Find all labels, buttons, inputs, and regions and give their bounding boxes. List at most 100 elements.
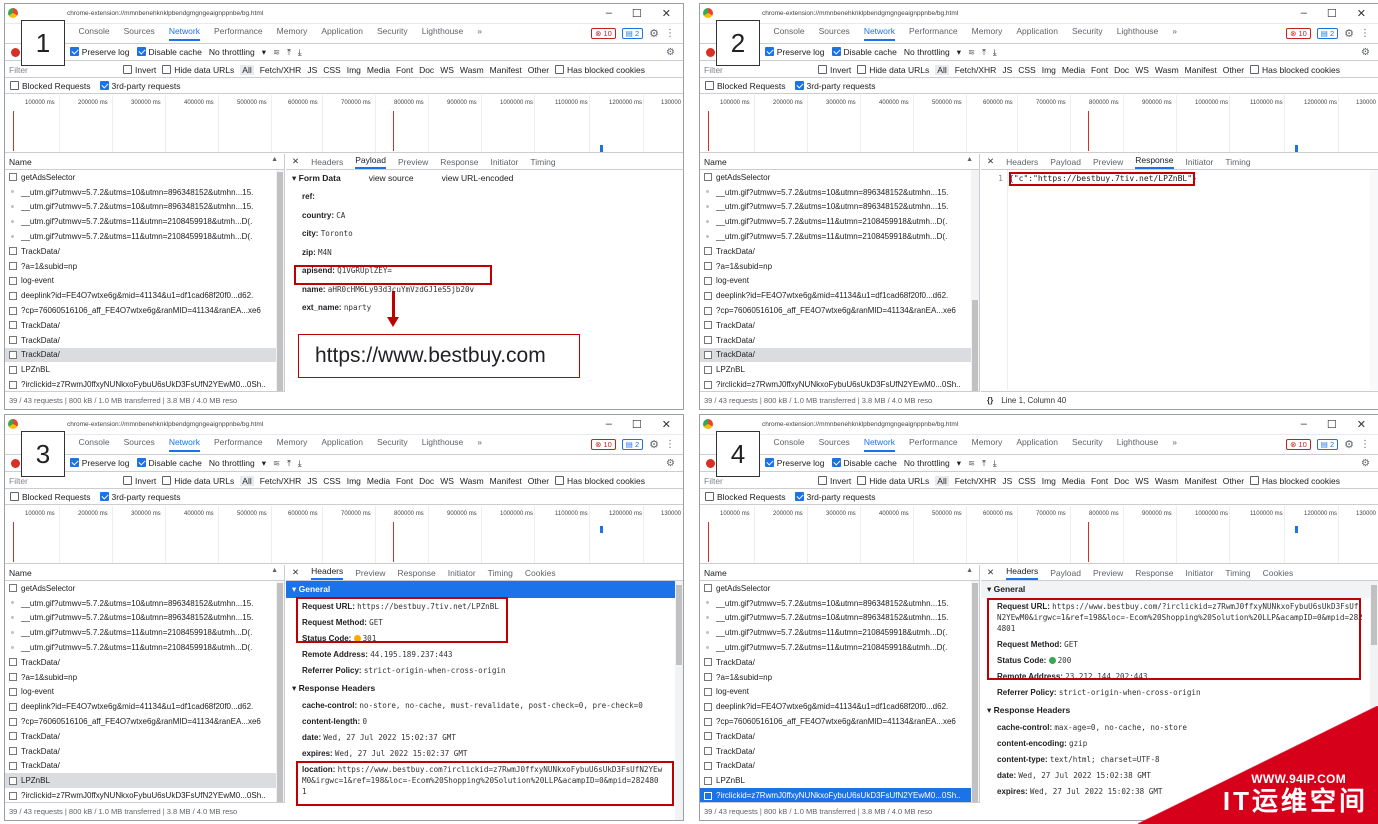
filter-type-ws[interactable]: WS [440, 476, 454, 486]
detail-tab-payload[interactable]: Payload [1050, 157, 1081, 167]
tab-application[interactable]: Application [1016, 26, 1058, 41]
download-icon[interactable]: ⤓ [993, 47, 997, 58]
filter-type-wasm[interactable]: Wasm [1155, 65, 1179, 75]
hide-data-urls-checkbox[interactable]: Hide data URLs [857, 64, 929, 75]
filter-type-all[interactable]: All [935, 475, 949, 486]
blocked-requests-checkbox[interactable]: Blocked Requests [10, 81, 91, 91]
request-row[interactable]: TrackData/ [700, 333, 979, 348]
tab-network[interactable]: Network [168, 437, 200, 452]
filter-type-media[interactable]: Media [1062, 476, 1085, 486]
filter-type-media[interactable]: Media [367, 476, 390, 486]
request-row[interactable]: log-event [5, 274, 284, 289]
filter-type-doc[interactable]: Doc [1114, 476, 1129, 486]
filter-type-other[interactable]: Other [1223, 65, 1244, 75]
name-column-header[interactable]: Name ▲ [700, 565, 979, 581]
filter-type-css[interactable]: CSS [1018, 65, 1035, 75]
close-detail-icon[interactable]: ✕ [987, 156, 994, 167]
name-column-header[interactable]: Name ▲ [700, 154, 979, 170]
wifi-icon[interactable]: ≋ [273, 458, 280, 469]
network-settings-gear-icon[interactable]: ⚙ [1361, 47, 1370, 58]
invert-checkbox[interactable]: Invert [123, 64, 156, 75]
filter-type-doc[interactable]: Doc [1114, 65, 1129, 75]
filter-type-media[interactable]: Media [1062, 65, 1085, 75]
request-row[interactable]: TrackData/ [700, 318, 979, 333]
filter-type-manifest[interactable]: Manifest [490, 476, 522, 486]
preserve-log-checkbox[interactable]: Preserve log [69, 47, 130, 57]
chevron-down-icon[interactable]: ▾ [262, 47, 266, 58]
filter-type-font[interactable]: Font [1091, 65, 1108, 75]
detail-tab-initiator[interactable]: Initiator [1186, 568, 1214, 578]
tab-console[interactable]: Console [773, 437, 804, 452]
blocked-requests-checkbox[interactable]: Blocked Requests [705, 492, 786, 502]
filter-type-js[interactable]: JS [1002, 65, 1012, 75]
detail-tab-headers[interactable]: Headers [1006, 566, 1039, 580]
request-row[interactable]: deeplink?id=FE4O7wtxe6g&mid=41134&u1=df1… [700, 288, 979, 303]
close-detail-icon[interactable]: ✕ [292, 567, 299, 578]
filter-type-fetchxhr[interactable]: Fetch/XHR [260, 476, 302, 486]
filter-type-other[interactable]: Other [528, 65, 549, 75]
request-row[interactable]: ?cp=76060516106_aff_FE4O7wtxe6g&ranMID=4… [700, 303, 979, 318]
detail-tab-headers[interactable]: Headers [1006, 157, 1038, 167]
tab-application[interactable]: Application [321, 437, 363, 452]
request-row[interactable]: TrackData/ [5, 318, 284, 333]
filter-input[interactable]: Filter [700, 65, 818, 75]
filter-type-fetchxhr[interactable]: Fetch/XHR [955, 65, 997, 75]
filter-type-img[interactable]: Img [1042, 65, 1056, 75]
maximize-button[interactable]: ☐ [1327, 418, 1337, 431]
request-list-scrollbar[interactable] [971, 170, 979, 391]
preserve-log-checkbox[interactable]: Preserve log [69, 458, 130, 468]
request-row[interactable]: log-event [700, 685, 979, 700]
tab-performance[interactable]: Performance [214, 437, 263, 452]
error-count-badge[interactable]: ⊗ 10 [591, 439, 616, 450]
detail-tab-timing[interactable]: Timing [1225, 157, 1250, 167]
tab-performance[interactable]: Performance [909, 437, 958, 452]
request-row[interactable]: ?cp=76060516106_aff_FE4O7wtxe6g&ranMID=4… [700, 714, 979, 729]
detail-tab-preview[interactable]: Preview [398, 157, 428, 167]
filter-type-wasm[interactable]: Wasm [460, 65, 484, 75]
has-blocked-cookies-checkbox[interactable]: Has blocked cookies [555, 64, 645, 75]
request-row[interactable]: ?cp=76060516106_aff_FE4O7wtxe6g&ranMID=4… [5, 714, 284, 729]
more-options-icon[interactable]: ⋮ [1360, 28, 1370, 39]
settings-gear-icon[interactable]: ⚙ [1344, 438, 1354, 451]
request-row[interactable]: TrackData/ [700, 244, 979, 259]
tab-console[interactable]: Console [78, 437, 109, 452]
has-blocked-cookies-checkbox[interactable]: Has blocked cookies [1250, 475, 1340, 486]
detail-tab-initiator[interactable]: Initiator [1186, 157, 1214, 167]
request-row[interactable]: __utm.gif?utmwv=5.7.2&utms=10&utmn=89634… [700, 200, 979, 215]
download-icon[interactable]: ⤓ [298, 458, 302, 469]
filter-type-all[interactable]: All [240, 475, 254, 486]
tab-sources[interactable]: Sources [819, 437, 850, 452]
tab-security[interactable]: Security [1072, 26, 1103, 41]
detail-tab-response[interactable]: Response [398, 568, 436, 578]
filter-type-other[interactable]: Other [528, 476, 549, 486]
filter-type-fetchxhr[interactable]: Fetch/XHR [260, 65, 302, 75]
chevron-down-icon[interactable]: ▾ [957, 458, 961, 469]
preserve-log-checkbox[interactable]: Preserve log [764, 47, 825, 57]
request-row[interactable]: log-event [700, 274, 979, 289]
minimize-button[interactable]: – [606, 418, 612, 431]
request-row[interactable]: TrackData/ [5, 744, 284, 759]
tab-memory[interactable]: Memory [277, 26, 308, 41]
tab-lighthouse[interactable]: Lighthouse [422, 437, 464, 452]
network-timeline[interactable]: 100000 ms 200000 ms 300000 ms 400000 ms 5000… [700, 506, 1378, 564]
tab-console[interactable]: Console [78, 26, 109, 41]
filter-type-other[interactable]: Other [1223, 476, 1244, 486]
error-count-badge[interactable]: ⊗ 10 [1286, 439, 1311, 450]
third-party-checkbox[interactable]: 3rd-party requests [99, 492, 181, 502]
request-row[interactable]: ?irclickid=z7RwmJ0ffxyNUNkxoFybuU6sUkD3F… [700, 788, 979, 802]
pretty-print-icon[interactable]: {} [987, 396, 993, 405]
filter-type-css[interactable]: CSS [1018, 476, 1035, 486]
request-row[interactable]: __utm.gif?utmwv=5.7.2&utms=10&utmn=89634… [700, 185, 979, 200]
request-row[interactable]: ?irclickid=z7RwmJ0ffxyNUNkxoFybuU6sUkD3F… [5, 788, 284, 802]
request-row[interactable]: __utm.gif?utmwv=5.7.2&utms=11&utmn=21084… [700, 640, 979, 655]
error-count-badge[interactable]: ⊗ 10 [591, 28, 616, 39]
throttling-select[interactable]: No throttling [904, 458, 950, 468]
upload-icon[interactable]: ⤒ [287, 458, 291, 469]
detail-tab-headers[interactable]: Headers [311, 157, 343, 167]
upload-icon[interactable]: ⤒ [982, 458, 986, 469]
tab-lighthouse[interactable]: Lighthouse [1117, 437, 1159, 452]
invert-checkbox[interactable]: Invert [818, 475, 851, 486]
minimize-button[interactable]: – [1301, 7, 1307, 20]
tab-memory[interactable]: Memory [972, 437, 1003, 452]
detail-tab-cookies[interactable]: Cookies [525, 568, 556, 578]
